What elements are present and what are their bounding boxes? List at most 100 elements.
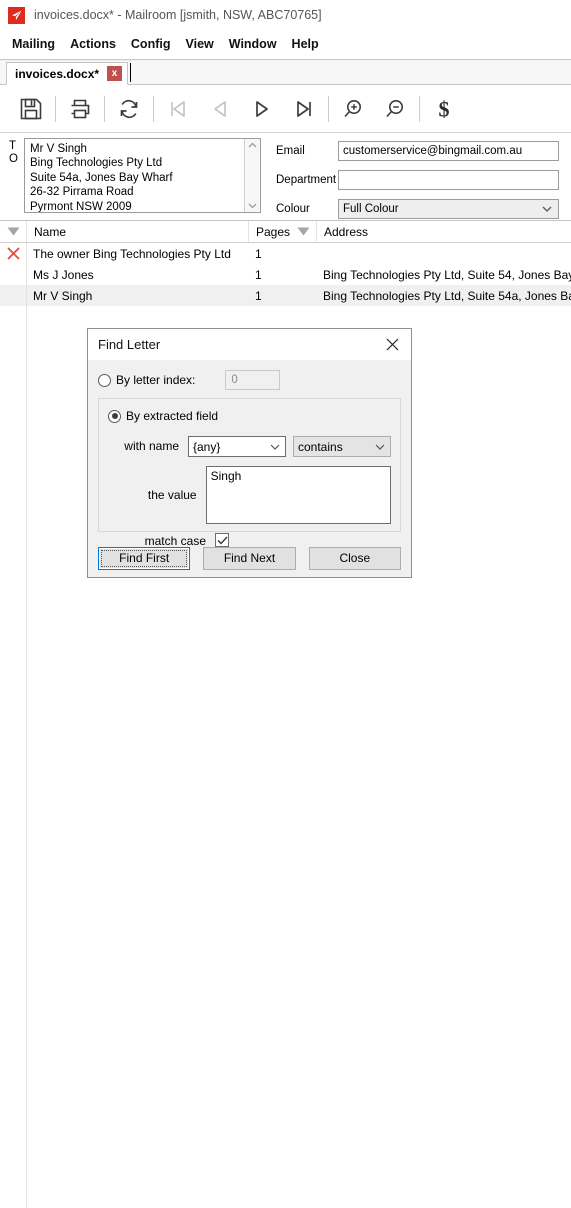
grid-header-pages-label: Pages xyxy=(256,224,291,239)
by-extracted-field-row: By extracted field xyxy=(108,405,391,427)
menu-item-mailing[interactable]: Mailing xyxy=(12,34,66,54)
dialog-titlebar: Find Letter xyxy=(88,329,411,360)
field-name-select[interactable]: {any} xyxy=(188,436,286,457)
find-first-button[interactable]: Find First xyxy=(98,546,191,570)
row-name: Ms J Jones xyxy=(33,267,94,282)
row-status xyxy=(0,264,26,285)
toolbar-divider xyxy=(153,95,154,122)
menu-item-actions[interactable]: Actions xyxy=(70,34,127,54)
letter-index-input[interactable] xyxy=(225,370,281,390)
grid-header-address[interactable]: Address xyxy=(317,221,571,242)
row-pages: 1 xyxy=(255,288,262,303)
table-row[interactable]: The owner Bing Technologies Pty Ltd 1 xyxy=(0,243,571,264)
toolbar: $ xyxy=(0,85,571,133)
svg-text:$: $ xyxy=(439,96,450,121)
check-icon xyxy=(217,536,227,544)
grid-header-pages[interactable]: Pages xyxy=(249,221,317,242)
text-caret xyxy=(130,63,132,82)
error-icon xyxy=(7,247,19,260)
grid-header-name[interactable]: Name xyxy=(27,221,249,242)
first-record-button[interactable] xyxy=(157,89,199,129)
radio-by-letter-index[interactable] xyxy=(98,373,111,387)
tabstrip: invoices.docx* x xyxy=(0,61,571,85)
window-titlebar: invoices.docx* - Mailroom [jsmith, NSW, … xyxy=(0,0,571,30)
row-name: Mr V Singh xyxy=(33,288,93,303)
row-address: Bing Technologies Pty Ltd, Suite 54a, Jo… xyxy=(323,288,571,303)
grid-header-address-label: Address xyxy=(324,224,369,239)
email-field[interactable] xyxy=(338,141,559,161)
filter-icon xyxy=(7,227,19,236)
radio-by-extracted-field[interactable] xyxy=(108,409,121,423)
operator-select-value: contains xyxy=(298,439,343,454)
previous-record-button[interactable] xyxy=(199,89,241,129)
recipient-form: TO Mr V Singh Bing Technologies Pty Ltd … xyxy=(0,133,571,220)
print-button[interactable] xyxy=(59,89,101,129)
the-value-textarea[interactable]: Singh xyxy=(205,466,391,524)
row-address: Bing Technologies Pty Ltd, Suite 54, Jon… xyxy=(323,267,571,282)
close-button[interactable]: Close xyxy=(308,546,401,570)
find-next-button[interactable]: Find Next xyxy=(203,546,296,570)
row-pages: 1 xyxy=(255,246,262,261)
zoom-in-button[interactable] xyxy=(332,89,374,129)
field-name-select-value: {any} xyxy=(193,439,221,454)
chevron-up-icon xyxy=(248,142,257,148)
next-record-button[interactable] xyxy=(241,89,283,129)
find-letter-dialog: Find Letter By letter index: By extracte… xyxy=(87,328,412,578)
toolbar-divider xyxy=(104,95,105,122)
filter-icon xyxy=(297,227,310,236)
colour-label: Colour xyxy=(276,203,310,215)
address-box[interactable]: Mr V Singh Bing Technologies Pty Ltd Sui… xyxy=(24,138,261,213)
menubar: Mailing Actions Config View Window Help xyxy=(0,30,571,58)
match-case-checkbox[interactable] xyxy=(215,533,229,547)
grid-body: The owner Bing Technologies Pty Ltd 1 Ms… xyxy=(0,243,571,1208)
the-value-row: the value Singh xyxy=(108,466,391,524)
address-text: Mr V Singh Bing Technologies Pty Ltd Sui… xyxy=(30,143,173,212)
row-status xyxy=(0,285,26,306)
toolbar-divider xyxy=(419,95,420,122)
window-title: invoices.docx* - Mailroom [jsmith, NSW, … xyxy=(34,8,322,22)
chevron-down-icon xyxy=(248,203,257,209)
email-row: Email xyxy=(276,141,559,161)
grid-header-name-label: Name xyxy=(34,224,67,239)
menu-item-view[interactable]: View xyxy=(185,34,224,54)
close-icon[interactable] xyxy=(381,334,403,356)
row-status xyxy=(0,243,26,264)
close-icon[interactable]: x xyxy=(107,66,123,81)
menu-item-window[interactable]: Window xyxy=(229,34,288,54)
dialog-body: By letter index: By extracted field with… xyxy=(88,360,411,548)
paper-plane-icon xyxy=(8,6,25,24)
tab-label: invoices.docx* xyxy=(15,66,100,81)
table-row[interactable]: Mr V Singh 1 Bing Technologies Pty Ltd, … xyxy=(0,285,571,306)
with-name-row: with name {any} contains xyxy=(108,436,391,457)
menu-item-config[interactable]: Config xyxy=(131,34,182,54)
row-address xyxy=(316,243,571,264)
by-letter-index-row: By letter index: xyxy=(98,369,401,391)
grid-header-status[interactable] xyxy=(0,221,27,242)
with-name-label: with name xyxy=(124,439,179,453)
save-button[interactable] xyxy=(10,89,52,129)
the-value-label: the value xyxy=(147,488,197,502)
by-letter-index-label: By letter index: xyxy=(116,373,196,387)
colour-select[interactable]: Full Colour xyxy=(338,199,559,219)
colour-select-value: Full Colour xyxy=(343,203,399,215)
address-scrollbar[interactable] xyxy=(244,139,260,212)
chevron-down-icon xyxy=(270,444,280,450)
by-extracted-field-label: By extracted field xyxy=(126,409,219,423)
tab-invoices[interactable]: invoices.docx* x xyxy=(6,62,129,85)
colour-row: Colour Full Colour xyxy=(276,199,559,219)
zoom-out-button[interactable] xyxy=(374,89,416,129)
last-record-button[interactable] xyxy=(283,89,325,129)
grid-header: Name Pages Address xyxy=(0,221,571,243)
email-label: Email xyxy=(276,145,305,157)
to-label: TO xyxy=(9,140,18,165)
row-pages: 1 xyxy=(255,267,262,282)
menu-item-help[interactable]: Help xyxy=(292,34,330,54)
table-row[interactable]: Ms J Jones 1 Bing Technologies Pty Ltd, … xyxy=(0,264,571,285)
letters-grid: Name Pages Address The owner Bing Techno… xyxy=(0,220,571,1208)
department-field[interactable] xyxy=(338,170,559,190)
operator-select[interactable]: contains xyxy=(293,436,391,457)
chevron-down-icon xyxy=(542,206,552,212)
refresh-button[interactable] xyxy=(108,89,150,129)
row-name: The owner Bing Technologies Pty Ltd xyxy=(33,246,231,261)
currency-button[interactable]: $ xyxy=(423,89,465,129)
